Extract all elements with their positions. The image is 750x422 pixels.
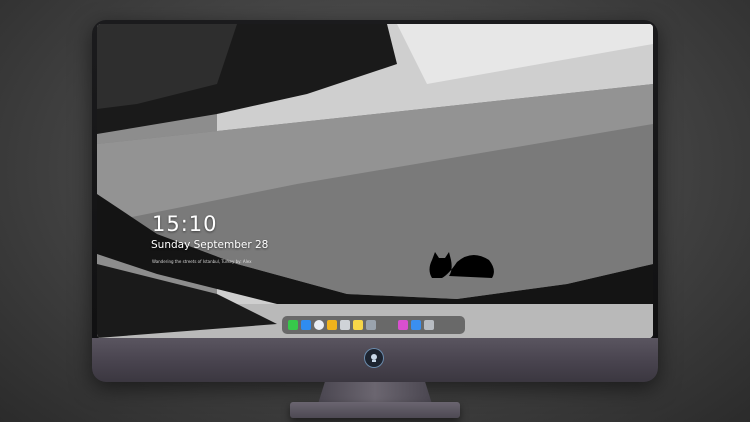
clapperboard-icon[interactable] bbox=[340, 320, 350, 330]
monitor-stand-base bbox=[290, 402, 460, 418]
screen: 15:10 Sunday September 28 Wandering the … bbox=[97, 24, 653, 338]
preview-icon[interactable] bbox=[366, 320, 376, 330]
monitor: 15:10 Sunday September 28 Wandering the … bbox=[0, 0, 750, 422]
lockscreen-date: Sunday September 28 bbox=[151, 239, 269, 251]
lockscreen-time: 15:10 bbox=[152, 212, 218, 236]
music-icon[interactable] bbox=[398, 320, 408, 330]
dock bbox=[282, 316, 465, 334]
monitor-stand-neck bbox=[318, 382, 432, 404]
messages-icon[interactable] bbox=[288, 320, 298, 330]
brand-logo-icon bbox=[364, 348, 384, 368]
wallpaper-caption: Wandering the streets of Istanbul, Turke… bbox=[152, 259, 252, 264]
finder-icon[interactable] bbox=[301, 320, 311, 330]
safari-icon[interactable] bbox=[314, 320, 324, 330]
camera-icon[interactable] bbox=[424, 320, 434, 330]
notes-icon[interactable] bbox=[353, 320, 363, 330]
app-store-icon[interactable] bbox=[411, 320, 421, 330]
wallpaper bbox=[97, 24, 653, 338]
photos-icon[interactable] bbox=[327, 320, 337, 330]
